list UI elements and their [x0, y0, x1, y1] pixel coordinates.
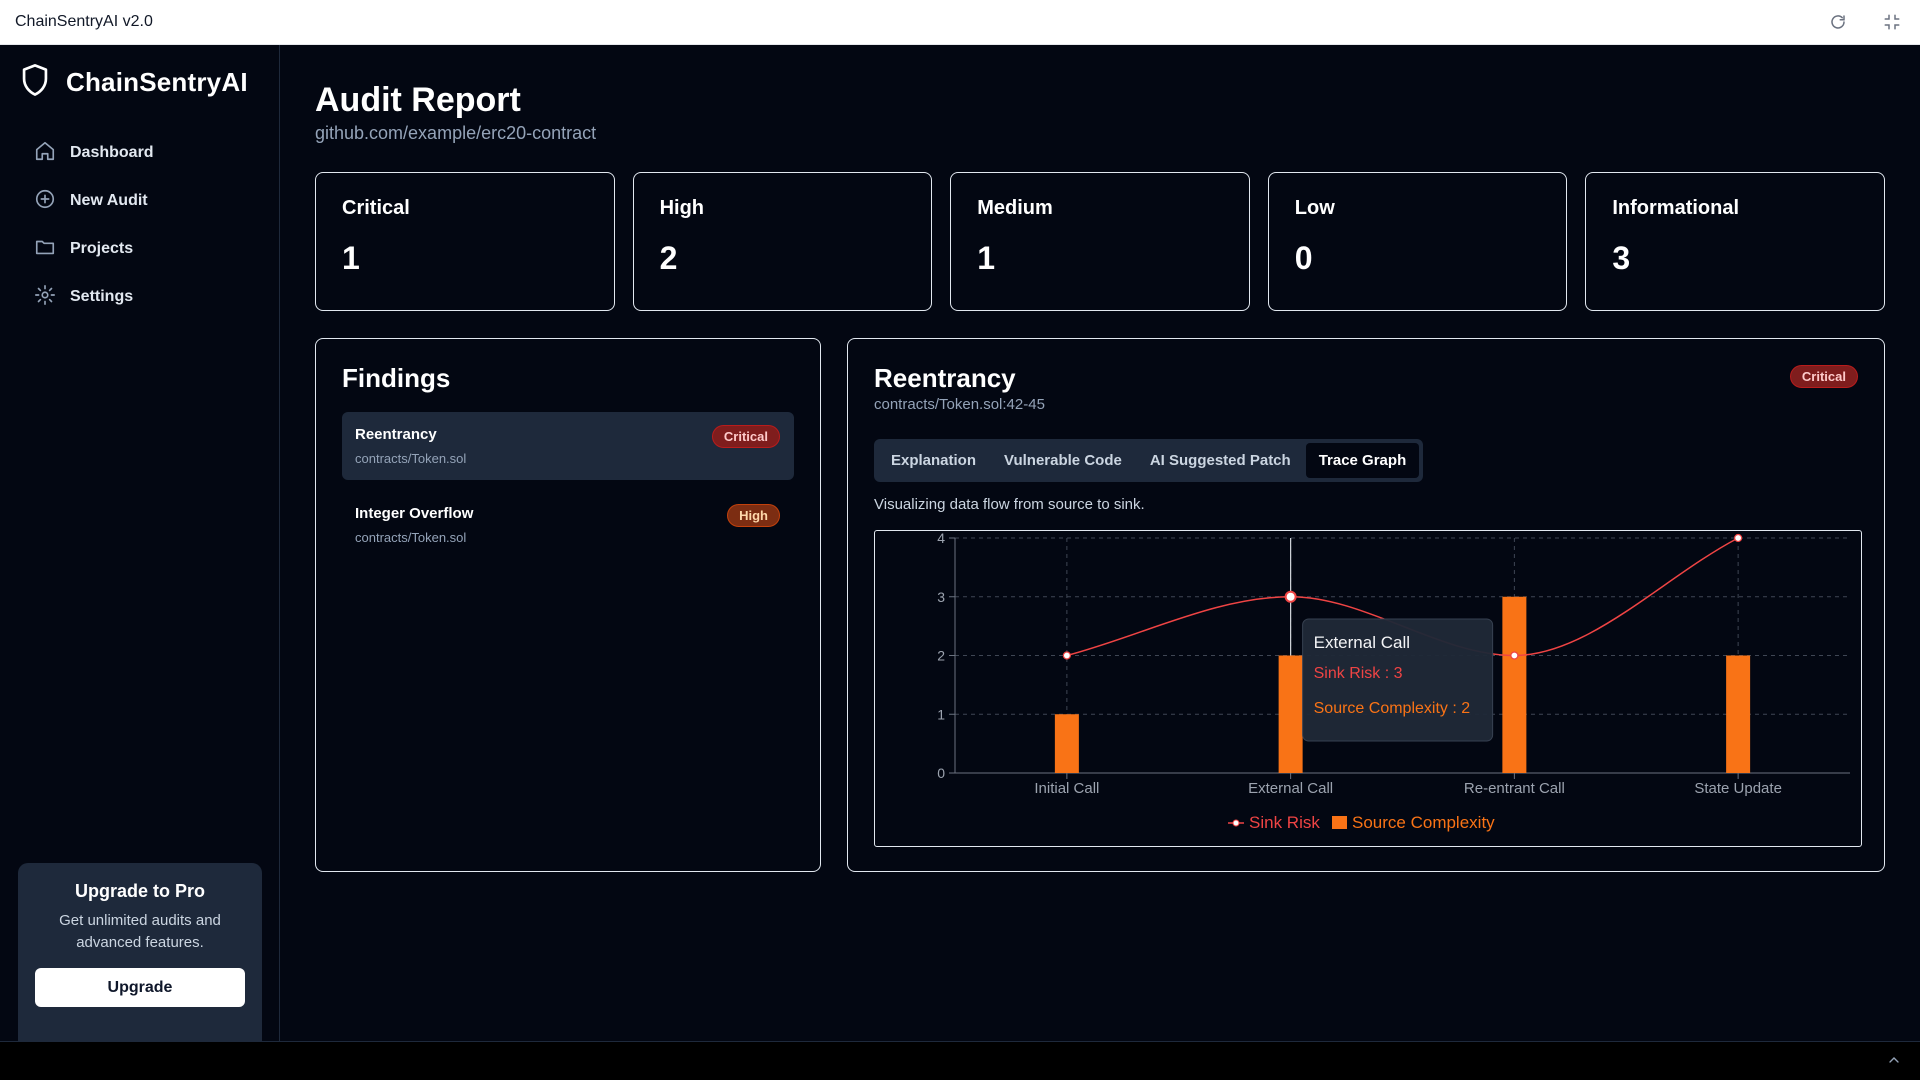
bar-source-complexity: [1054, 714, 1079, 773]
finding-detail-panel: Reentrancy contracts/Token.sol:42-45 Cri…: [847, 338, 1885, 872]
plus-circle-icon: [34, 188, 56, 215]
sidebar-nav: Dashboard New Audit Projects Settings: [20, 133, 260, 325]
tooltip-sink-risk: Sink Risk : 3: [1314, 665, 1403, 682]
x-tick-label: External Call: [1248, 780, 1333, 797]
stat-card-low: Low 0: [1267, 172, 1568, 311]
folder-icon: [34, 236, 56, 263]
refresh-icon[interactable]: [1825, 9, 1851, 35]
repo-url: github.com/example/erc20-contract: [315, 123, 597, 143]
stat-card-informational: Informational 3: [1585, 172, 1885, 311]
point-sink-risk: [1284, 590, 1297, 603]
sidebar-item-projects[interactable]: Projects: [20, 229, 260, 269]
stat-value: 0: [1294, 240, 1313, 276]
bar-source-complexity: [1278, 655, 1303, 773]
y-tick-label: 2: [937, 648, 945, 664]
severity-badge: Critical: [711, 425, 780, 448]
sidebar: ChainSentryAI Dashboard New Audit Projec…: [0, 45, 280, 1069]
stat-label: Critical: [342, 197, 410, 219]
point-sink-risk: [1734, 533, 1743, 543]
y-tick-label: 0: [937, 765, 945, 781]
stat-value: 2: [659, 240, 678, 276]
legend-sink-risk-marker: [1232, 819, 1240, 827]
tooltip-title: External Call: [1314, 633, 1410, 652]
detail-location: contracts/Token.sol:42-45: [874, 396, 1045, 413]
brand-name: ChainSentryAI: [66, 67, 248, 97]
upgrade-button[interactable]: Upgrade: [35, 968, 245, 1007]
tab-ai-suggested-patch[interactable]: AI Suggested Patch: [1137, 443, 1304, 478]
brand[interactable]: ChainSentryAI: [20, 63, 248, 102]
point-sink-risk: [1062, 651, 1071, 660]
bar-source-complexity: [1502, 596, 1527, 773]
stat-label: Medium: [977, 197, 1053, 219]
legend-sink-risk-label: Sink Risk: [1249, 813, 1320, 832]
trace-graph-svg: 0 1 2 3 4 Initial Call External Call Re-entrant…: [937, 531, 1850, 832]
upgrade-title: Upgrade to Pro: [74, 881, 205, 901]
title-bar: ChainSentryAI v2.0: [0, 0, 1920, 45]
stat-label: Informational: [1612, 197, 1740, 219]
gear-icon: [34, 284, 56, 311]
y-tick-label: 3: [937, 589, 945, 605]
bar-source-complexity: [1726, 655, 1751, 773]
bottom-bar: [0, 1041, 1920, 1080]
stat-card-high: High 2: [632, 172, 933, 311]
legend-source-complexity-label: Source Complexity: [1352, 813, 1495, 832]
trace-graph-chart: 0 1 2 3 4 Initial Call External Call Re-entrant…: [874, 530, 1862, 847]
sidebar-item-dashboard[interactable]: Dashboard: [20, 133, 260, 173]
severity-badge: High: [727, 504, 780, 527]
finding-file: contracts/Token.sol: [355, 451, 467, 466]
chart-caption: Visualizing data flow from source to sin…: [874, 496, 1145, 513]
severity-stats: Critical 1 High 2 Medium 1 Low 0 Informa…: [315, 172, 1885, 311]
y-tick-label: 4: [937, 531, 945, 546]
findings-title: Findings: [342, 363, 451, 393]
page-title: Audit Report: [315, 81, 521, 119]
stat-card-medium: Medium 1: [950, 172, 1250, 311]
shield-icon: [20, 63, 50, 102]
findings-panel: Findings Reentrancy contracts/Token.sol …: [315, 338, 821, 872]
legend-source-complexity-swatch: [1332, 816, 1347, 829]
sidebar-item-label: Settings: [70, 288, 134, 305]
sidebar-item-label: New Audit: [70, 192, 148, 209]
stat-value: 1: [977, 240, 995, 276]
finding-file: contracts/Token.sol: [355, 530, 467, 545]
window-title: ChainSentryAI v2.0: [15, 13, 153, 30]
sidebar-item-new-audit[interactable]: New Audit: [20, 181, 260, 221]
x-tick-label: Initial Call: [1034, 780, 1099, 797]
x-tick-label: State Update: [1694, 780, 1782, 797]
detail-tabs: Explanation Vulnerable Code AI Suggested…: [874, 439, 1424, 482]
point-sink-risk: [1510, 651, 1519, 660]
severity-badge: Critical: [1789, 365, 1858, 388]
finding-title: Integer Overflow: [355, 505, 474, 522]
stat-label: High: [659, 197, 705, 219]
tab-vulnerable-code[interactable]: Vulnerable Code: [991, 443, 1135, 478]
tooltip-source-complexity: Source Complexity : 2: [1314, 700, 1471, 717]
sidebar-item-settings[interactable]: Settings: [20, 277, 260, 317]
home-icon: [34, 140, 56, 167]
fullscreen-icon[interactable]: [1879, 9, 1905, 35]
y-tick-label: 1: [937, 706, 945, 722]
detail-title: Reentrancy: [874, 363, 1016, 393]
finding-item-reentrancy[interactable]: Reentrancy contracts/Token.sol Critical: [342, 412, 794, 480]
tab-trace-graph[interactable]: Trace Graph: [1305, 443, 1420, 478]
tab-explanation[interactable]: Explanation: [878, 443, 989, 478]
sidebar-item-label: Dashboard: [70, 144, 154, 161]
chevron-up-icon[interactable]: [1886, 1052, 1902, 1073]
upgrade-card: Upgrade to Pro Get unlimited audits and …: [18, 863, 262, 1069]
stat-label: Low: [1294, 197, 1335, 219]
finding-item-integer-overflow[interactable]: Integer Overflow contracts/Token.sol Hig…: [342, 491, 794, 559]
stat-value: 1: [342, 240, 360, 276]
stat-card-critical: Critical 1: [315, 172, 615, 311]
stat-value: 3: [1612, 240, 1631, 276]
x-tick-label: Re-entrant Call: [1464, 780, 1565, 797]
upgrade-description: Get unlimited audits and advanced featur…: [59, 912, 221, 951]
sidebar-item-label: Projects: [70, 240, 134, 257]
